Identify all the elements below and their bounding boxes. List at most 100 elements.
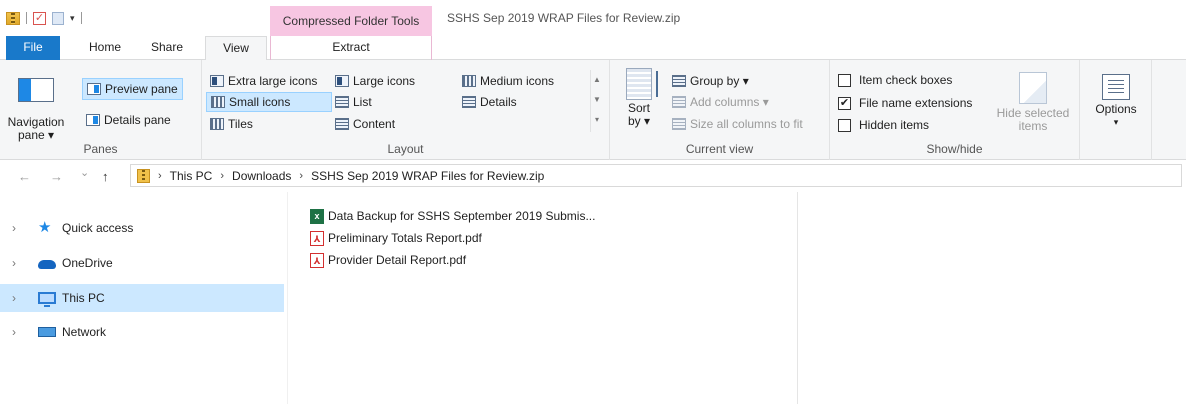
extra-large-icons-icon xyxy=(210,75,224,87)
layout-gallery-scroller[interactable]: ▲ ▼ ▾ xyxy=(590,70,603,132)
item-check-boxes-toggle[interactable]: Item check boxes xyxy=(838,71,952,89)
group-label-layout: Layout xyxy=(387,142,424,156)
group-show-hide: Item check boxes File name extensions Hi… xyxy=(830,60,1080,160)
medium-icons-label: Medium icons xyxy=(480,74,555,88)
navigation-pane-label-2: pane ▾ xyxy=(17,128,55,142)
expand-chevron-icon[interactable]: › xyxy=(12,256,28,270)
tab-share[interactable]: Share xyxy=(142,36,192,60)
layout-medium-icons[interactable]: Medium icons xyxy=(462,72,554,90)
expand-chevron-icon[interactable]: › xyxy=(12,221,28,235)
group-panes: Navigation pane ▾ Preview pane Details p… xyxy=(0,60,202,160)
large-icons-label: Large icons xyxy=(353,74,416,88)
list-item[interactable]: ⅄ Preliminary Totals Report.pdf xyxy=(310,228,482,248)
nav-item-label: OneDrive xyxy=(62,256,113,270)
group-layout: Extra large icons Large icons Medium ico… xyxy=(202,60,610,160)
address-field[interactable]: › This PC › Downloads › SSHS Sep 2019 WR… xyxy=(130,164,1182,187)
details-pane-label: Details pane xyxy=(104,113,171,127)
size-all-columns-label: Size all columns to fit xyxy=(690,117,803,131)
tab-view[interactable]: View xyxy=(205,36,267,61)
size-columns-icon xyxy=(672,118,686,130)
item-check-boxes-checkbox[interactable] xyxy=(838,73,851,87)
medium-icons-icon xyxy=(462,75,476,87)
file-name-extensions-toggle[interactable]: File name extensions xyxy=(838,94,972,112)
layout-small-icons[interactable]: Small icons xyxy=(206,92,332,112)
nav-item-onedrive[interactable]: › OneDrive xyxy=(0,249,284,277)
ribbon-tab-row: File Home Share View Extract xyxy=(0,36,1186,61)
nav-item-label: Quick access xyxy=(62,221,134,235)
navigation-pane-button[interactable]: Navigation pane ▾ xyxy=(4,64,68,142)
gallery-scroll-down-icon[interactable]: ▼ xyxy=(591,90,603,110)
new-folder-icon[interactable] xyxy=(52,11,64,25)
breadcrumb-this-pc[interactable]: This PC xyxy=(170,169,213,183)
quick-access-toolbar: ✓ ▾ xyxy=(6,10,82,26)
content-icon xyxy=(335,118,349,130)
toolbar-separator xyxy=(26,12,27,24)
sort-by-button[interactable]: Sort by ▾ xyxy=(622,68,658,140)
nav-item-this-pc[interactable]: › This PC xyxy=(0,284,284,312)
hide-selected-icon xyxy=(1019,72,1047,104)
preview-pane xyxy=(798,192,1186,404)
properties-icon[interactable]: ✓ xyxy=(33,11,46,25)
back-arrow-icon[interactable]: ← xyxy=(18,169,31,184)
breadcrumb-separator[interactable]: › xyxy=(220,170,224,182)
window-title: SSHS Sep 2019 WRAP Files for Review.zip xyxy=(447,11,681,25)
breadcrumb-downloads[interactable]: Downloads xyxy=(232,169,291,183)
group-by-icon xyxy=(672,75,686,87)
toolbar-separator xyxy=(80,12,82,24)
up-arrow-icon[interactable]: ↑ xyxy=(102,169,109,184)
layout-extra-large-icons[interactable]: Extra large icons xyxy=(210,72,317,90)
add-columns-icon xyxy=(672,96,686,108)
breadcrumb-current-zip[interactable]: SSHS Sep 2019 WRAP Files for Review.zip xyxy=(311,169,544,183)
hidden-items-checkbox[interactable] xyxy=(838,118,851,132)
gallery-scroll-up-icon[interactable]: ▲ xyxy=(591,70,603,90)
nav-item-network[interactable]: › Network xyxy=(0,318,284,346)
layout-tiles[interactable]: Tiles xyxy=(210,115,253,133)
hide-selected-items-button[interactable]: Hide selected items xyxy=(992,72,1074,140)
breadcrumb-separator[interactable]: › xyxy=(158,170,162,182)
details-pane-button[interactable]: Details pane xyxy=(86,110,171,130)
file-name-extensions-checkbox[interactable] xyxy=(838,96,851,110)
list-icon xyxy=(335,96,349,108)
expand-chevron-icon[interactable]: › xyxy=(12,291,28,305)
navigation-pane: › ★ Quick access › OneDrive › This PC › … xyxy=(0,192,288,404)
group-by-button[interactable]: Group by ▾ xyxy=(672,72,749,90)
tab-home[interactable]: Home xyxy=(80,36,130,60)
title-bar: ✓ ▾ Compressed Folder Tools SSHS Sep 201… xyxy=(0,0,1186,36)
layout-content[interactable]: Content xyxy=(335,115,395,133)
tiles-label: Tiles xyxy=(228,117,253,131)
details-label: Details xyxy=(480,95,517,109)
pdf-icon: ⅄ xyxy=(310,252,324,268)
layout-large-icons[interactable]: Large icons xyxy=(335,72,415,90)
details-pane-icon xyxy=(86,114,100,126)
layout-details[interactable]: Details xyxy=(462,93,517,111)
file-name: Provider Detail Report.pdf xyxy=(328,253,467,267)
recent-locations-chevron-icon[interactable]: ⌄ xyxy=(80,166,89,179)
nav-item-label: This PC xyxy=(62,291,105,305)
tab-extract[interactable]: Extract xyxy=(270,36,432,60)
list-item[interactable]: ⅄ Provider Detail Report.pdf xyxy=(310,250,466,270)
list-item[interactable]: x Data Backup for SSHS September 2019 Su… xyxy=(310,206,595,226)
size-all-columns-button[interactable]: Size all columns to fit xyxy=(672,115,803,133)
extra-large-icons-label: Extra large icons xyxy=(228,74,318,88)
options-button[interactable]: Options ▾ xyxy=(1086,74,1146,136)
excel-icon: x xyxy=(310,208,324,224)
preview-pane-icon xyxy=(87,83,101,95)
tab-file[interactable]: File xyxy=(6,36,60,60)
expand-chevron-icon[interactable]: › xyxy=(12,325,28,339)
network-icon xyxy=(38,327,56,337)
hidden-items-toggle[interactable]: Hidden items xyxy=(838,116,929,134)
group-label-panes: Panes xyxy=(83,142,118,156)
file-list: x Data Backup for SSHS September 2019 Su… xyxy=(288,192,798,404)
forward-arrow-icon[interactable]: → xyxy=(50,169,63,184)
add-columns-button[interactable]: Add columns ▾ xyxy=(672,93,769,111)
nav-item-quick-access[interactable]: › ★ Quick access xyxy=(0,214,284,242)
star-icon: ★ xyxy=(38,219,52,236)
breadcrumb-separator[interactable]: › xyxy=(299,170,303,182)
group-label-current-view: Current view xyxy=(685,142,754,156)
preview-pane-button[interactable]: Preview pane xyxy=(82,78,183,100)
customize-toolbar-icon[interactable]: ▾ xyxy=(70,13,75,24)
item-check-boxes-label: Item check boxes xyxy=(859,73,953,87)
layout-list[interactable]: List xyxy=(335,93,372,111)
nav-item-label: Network xyxy=(62,325,107,339)
gallery-expand-icon[interactable]: ▾ xyxy=(591,110,603,130)
